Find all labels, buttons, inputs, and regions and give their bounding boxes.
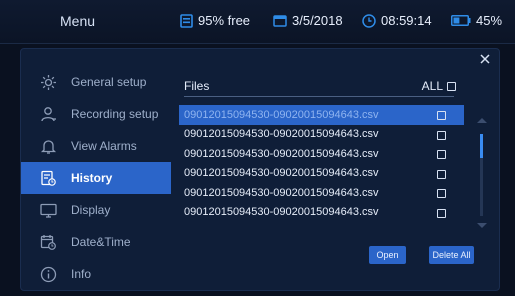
- sidebar-item-label: View Alarms: [71, 139, 137, 153]
- select-all-checkbox[interactable]: [447, 81, 456, 91]
- file-row[interactable]: 09012015094530-09020015094643.csv: [179, 183, 464, 203]
- history-document-icon: [39, 169, 57, 187]
- history-dialog: General setup Recording setup View Alarm…: [20, 48, 500, 291]
- bell-icon: [39, 137, 57, 155]
- file-name: 09012015094530-09020015094643.csv: [184, 186, 379, 199]
- delete-all-button[interactable]: Delete All: [429, 246, 474, 264]
- file-checkbox[interactable]: [437, 208, 446, 218]
- top-status-bar: Menu 95% free 3/5/2018 08:59:14 45%: [0, 0, 515, 44]
- file-list: 09012015094530-09020015094643.csv 090120…: [179, 105, 464, 222]
- file-checkbox[interactable]: [437, 189, 446, 198]
- time-status: 08:59:14: [362, 13, 432, 28]
- sidebar-item-history[interactable]: History: [21, 162, 171, 194]
- file-row[interactable]: 09012015094530-09020015094643.csv: [179, 144, 464, 164]
- sidebar-item-label: Info: [71, 267, 92, 281]
- calendar-icon: [273, 15, 287, 27]
- scrollbar-thumb[interactable]: [480, 134, 483, 158]
- battery-icon: [451, 15, 471, 26]
- battery-text: 45%: [476, 13, 503, 28]
- monitor-icon: [39, 201, 57, 219]
- sidebar-item-view-alarms[interactable]: View Alarms: [21, 130, 171, 162]
- sidebar-item-label: Display: [71, 203, 111, 217]
- date-status: 3/5/2018: [273, 13, 343, 28]
- file-name: 09012015094530-09020015094643.csv: [184, 206, 379, 219]
- sidebar-item-info[interactable]: Info: [21, 258, 171, 290]
- file-checkbox[interactable]: [437, 111, 446, 120]
- files-header: Files ALL: [184, 79, 456, 97]
- date-text: 3/5/2018: [292, 13, 343, 28]
- scrollbar-track[interactable]: [480, 134, 483, 216]
- storage-icon: [180, 13, 193, 28]
- file-name: 09012015094530-09020015094643.csv: [184, 128, 379, 141]
- file-name: 09012015094530-09020015094643.csv: [184, 108, 379, 121]
- file-checkbox[interactable]: [437, 130, 446, 140]
- file-name: 09012015094530-09020015094643.csv: [184, 147, 379, 160]
- files-header-label: Files: [184, 79, 210, 93]
- battery-status: 45%: [451, 13, 502, 28]
- sidebar-item-label: Date&Time: [71, 235, 131, 249]
- file-row[interactable]: 09012015094530-09020015094643.csv: [179, 125, 464, 145]
- sidebar-item-label: General setup: [71, 75, 147, 89]
- settings-sidebar: General setup Recording setup View Alarm…: [21, 66, 171, 290]
- scroll-up-arrow-icon[interactable]: [476, 116, 488, 124]
- sidebar-item-display[interactable]: Display: [21, 194, 171, 226]
- storage-free-text: 95% free: [198, 13, 251, 28]
- file-checkbox[interactable]: [437, 169, 446, 179]
- sidebar-item-date-time[interactable]: Date&Time: [21, 226, 171, 258]
- file-row[interactable]: 09012015094530-09020015094643.csv: [179, 203, 464, 223]
- menu-button[interactable]: Menu: [60, 13, 95, 29]
- gear-icon: [39, 73, 57, 91]
- select-all-label: ALL: [421, 79, 443, 93]
- file-row[interactable]: 09012015094530-09020015094643.csv: [179, 105, 464, 125]
- sidebar-item-general-setup[interactable]: General setup: [21, 66, 171, 98]
- sidebar-item-recording-setup[interactable]: Recording setup: [21, 98, 171, 130]
- info-icon: [39, 265, 57, 283]
- calendar-clock-icon: [39, 233, 57, 251]
- sidebar-item-label: History: [71, 171, 113, 185]
- file-row[interactable]: 09012015094530-09020015094643.csv: [179, 164, 464, 184]
- file-name: 09012015094530-09020015094643.csv: [184, 167, 379, 180]
- clock-icon: [362, 13, 376, 28]
- open-button[interactable]: Open: [369, 246, 406, 264]
- select-all-toggle[interactable]: ALL: [422, 79, 456, 93]
- scroll-down-arrow-icon[interactable]: [476, 222, 488, 230]
- storage-status: 95% free: [180, 13, 250, 28]
- user-recording-icon: [39, 105, 57, 123]
- sidebar-item-label: Recording setup: [71, 107, 159, 121]
- file-checkbox[interactable]: [437, 150, 446, 159]
- time-text: 08:59:14: [381, 13, 432, 28]
- close-icon[interactable]: [478, 52, 492, 66]
